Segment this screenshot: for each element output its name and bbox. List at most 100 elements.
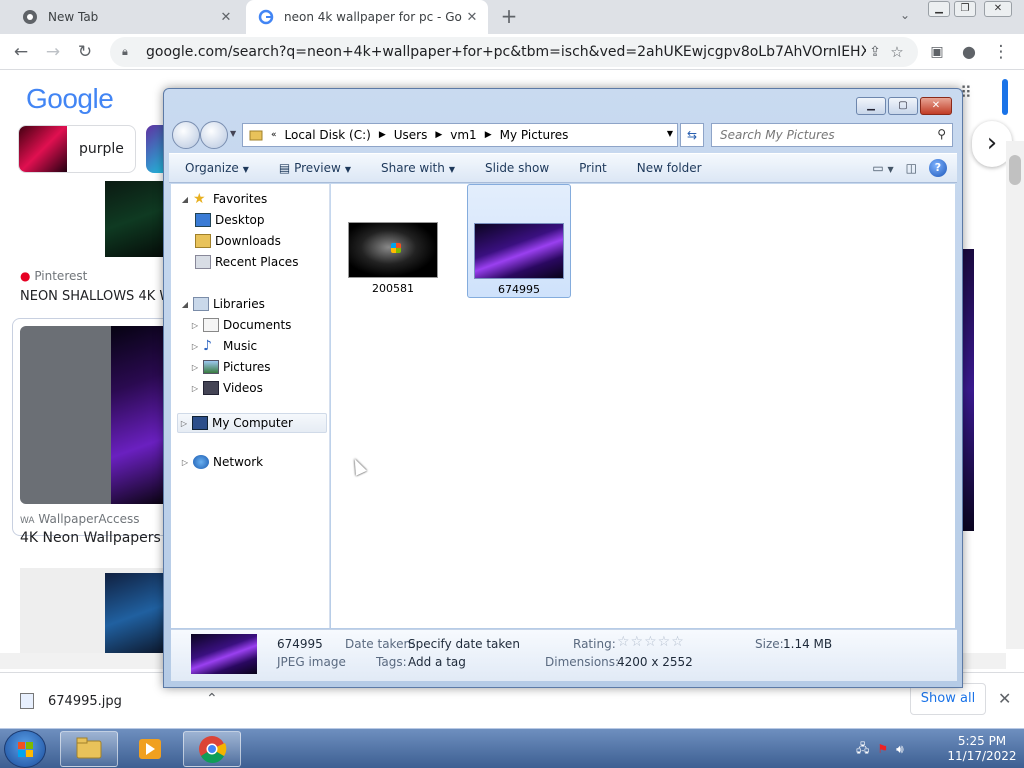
network-globe-icon <box>193 455 209 469</box>
dimensions-label: Dimensions: <box>545 655 620 669</box>
volume-icon[interactable]: 🔊︎ <box>896 742 904 757</box>
date-taken-value[interactable]: Specify date taken <box>408 637 520 651</box>
search-input[interactable]: Search My Pictures ⚲ <box>711 123 953 147</box>
close-tab-icon[interactable]: ✕ <box>462 10 482 25</box>
result-title[interactable]: 4K Neon Wallpapers - <box>20 530 170 546</box>
breadcrumb-users[interactable]: Users <box>394 128 428 142</box>
libraries-icon <box>193 297 209 311</box>
breadcrumb-local-disk[interactable]: Local Disk (C:) <box>285 128 371 142</box>
date-taken-label: Date taken: <box>345 637 416 651</box>
tree-recent-places[interactable]: Recent Places <box>193 255 298 269</box>
share-icon[interactable]: ⇪ <box>864 41 886 63</box>
tree-music[interactable]: ▷ ♪ Music <box>189 339 257 353</box>
download-filename[interactable]: 674995.jpg <box>48 694 122 709</box>
tree-documents[interactable]: ▷ Documents <box>189 318 291 332</box>
result-image[interactable] <box>105 181 165 257</box>
new-tab-button[interactable]: + <box>498 6 520 28</box>
tab-label: neon 4k wallpaper for pc - Goog <box>284 10 462 24</box>
breadcrumb-vm1[interactable]: vm1 <box>450 128 476 142</box>
preview-icon: ▤ <box>278 161 291 175</box>
file-item-selected[interactable]: 674995 <box>467 184 571 298</box>
result-title[interactable]: NEON SHALLOWS 4K W <box>20 289 172 304</box>
navigation-pane: ◢ ★ Favorites Desktop Downloads Recent Pla… <box>171 184 330 628</box>
side-panel-icon[interactable]: ▣ <box>926 41 948 63</box>
result-image[interactable] <box>105 573 165 658</box>
share-with-menu[interactable]: Share with ▼ <box>381 161 455 175</box>
address-bar[interactable]: 🔒︎ google.com/search?q=neon+4k+wallpaper… <box>110 37 918 67</box>
recent-pages-chevron-icon[interactable]: ▼ <box>230 129 236 138</box>
explorer-close-button[interactable]: ✕ <box>920 97 952 115</box>
profile-avatar-icon[interactable]: ● <box>958 41 980 63</box>
explorer-minimize-button[interactable]: ▁ <box>856 97 886 115</box>
minimize-button[interactable]: ▁ <box>928 1 950 17</box>
rating-stars[interactable]: ☆☆☆☆☆ <box>617 634 685 650</box>
preview-pane-icon[interactable]: ◫ <box>906 161 917 175</box>
windows-logo-icon <box>18 742 25 749</box>
tree-videos[interactable]: ▷ Videos <box>189 381 263 395</box>
reload-icon[interactable]: ↻ <box>74 41 96 63</box>
tags-value[interactable]: Add a tag <box>408 655 466 669</box>
scrollbar-thumb[interactable] <box>1009 155 1021 185</box>
back-button[interactable] <box>172 121 200 149</box>
tree-favorites[interactable]: ◢ ★ Favorites <box>179 192 267 206</box>
clock-date: 11/17/2022 <box>947 749 1017 763</box>
tab-search-chevron-icon[interactable]: ⌄ <box>896 8 914 26</box>
tab-new-tab[interactable]: New Tab ✕ <box>10 0 242 34</box>
tree-network[interactable]: ▷ Network <box>179 455 263 469</box>
taskbar-chrome[interactable] <box>183 731 241 767</box>
search-icon[interactable]: ⚲ <box>937 127 946 141</box>
refresh-icon[interactable]: ⇆ <box>680 123 704 147</box>
tree-pictures[interactable]: ▷ Pictures <box>189 360 271 374</box>
more-menu-icon[interactable]: ⋮ <box>990 41 1012 63</box>
action-center-flag-icon[interactable]: ⚑ <box>877 742 888 756</box>
taskbar-explorer[interactable] <box>60 731 118 767</box>
tree-my-computer[interactable]: ▷ My Computer <box>177 413 327 433</box>
tab-google-search[interactable]: neon 4k wallpaper for pc - Goog ✕ <box>246 0 488 34</box>
clock[interactable]: 5:25 PM 11/17/2022 <box>944 734 1020 764</box>
preview-panel-image[interactable] <box>962 249 974 531</box>
folder-icon <box>76 737 102 759</box>
bookmark-star-icon[interactable]: ☆ <box>886 41 908 63</box>
organize-menu[interactable]: Organize ▼ <box>185 161 249 175</box>
network-icon[interactable]: 🖧︎ <box>856 739 869 760</box>
print-button[interactable]: Print <box>579 161 607 175</box>
forward-button[interactable] <box>200 121 228 149</box>
file-name: 674995 <box>498 283 540 296</box>
chevron-up-icon[interactable]: ⌃ <box>206 691 218 707</box>
help-icon[interactable]: ? <box>929 159 947 177</box>
close-window-button[interactable]: ✕ <box>984 1 1012 17</box>
breadcrumb-my-pictures[interactable]: My Pictures <box>500 128 569 142</box>
new-folder-button[interactable]: New folder <box>637 161 702 175</box>
vertical-scrollbar[interactable] <box>1006 141 1024 649</box>
chip-thumbnail <box>19 126 67 172</box>
clock-time: 5:25 PM <box>957 734 1007 748</box>
tab-strip: New Tab ✕ neon 4k wallpaper for pc - Goo… <box>0 0 1024 34</box>
desktop-icon <box>195 213 211 227</box>
tree-desktop[interactable]: Desktop <box>193 213 265 227</box>
overflow-chevron-icon[interactable]: « <box>271 130 277 140</box>
explorer-maximize-button[interactable]: ▢ <box>888 97 918 115</box>
start-button[interactable] <box>4 730 46 768</box>
forward-arrow-icon[interactable]: → <box>42 41 64 63</box>
tree-libraries[interactable]: ◢ Libraries <box>179 297 265 311</box>
restore-button[interactable]: ❐ <box>954 1 976 17</box>
address-dropdown-icon[interactable]: ▼ <box>667 129 673 138</box>
taskbar-media-player[interactable] <box>121 731 179 767</box>
tree-downloads[interactable]: Downloads <box>193 234 281 248</box>
back-arrow-icon[interactable]: ← <box>10 41 32 63</box>
url-text: google.com/search?q=neon+4k+wallpaper+fo… <box>146 44 866 60</box>
close-download-bar-icon[interactable]: ✕ <box>998 689 1011 708</box>
slide-show-button[interactable]: Slide show <box>485 161 549 175</box>
change-view-icon[interactable]: ▭ ▼ <box>872 161 893 175</box>
documents-icon <box>203 318 219 332</box>
tags-label: Tags: <box>376 655 407 669</box>
sign-in-button[interactable] <box>1002 79 1008 115</box>
close-tab-icon[interactable]: ✕ <box>216 10 236 25</box>
rating-label: Rating: <box>573 637 616 651</box>
address-breadcrumb[interactable]: « Local Disk (C:) ▶ Users ▶ vm1 ▶ My Pic… <box>242 123 678 147</box>
suggestion-chip-purple[interactable]: purple <box>18 125 136 173</box>
preview-menu[interactable]: ▤ Preview ▼ <box>279 161 351 175</box>
file-item[interactable]: 200581 <box>341 222 445 336</box>
google-logo[interactable]: Google <box>26 83 114 115</box>
system-tray: 🖧︎ ⚑ 🔊︎ <box>856 735 946 763</box>
